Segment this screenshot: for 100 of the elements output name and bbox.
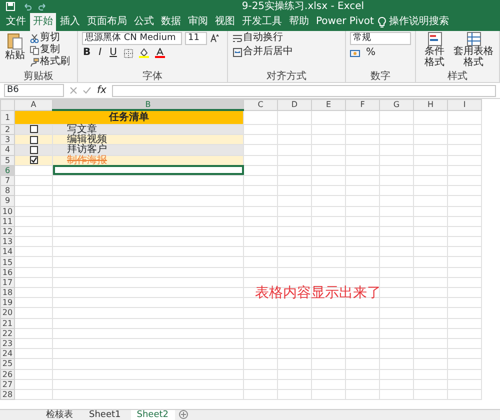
redo-icon[interactable]	[38, 2, 47, 11]
wrap-text-button[interactable]: 自动换行	[232, 32, 341, 44]
row-header[interactable]: 19	[0, 298, 14, 308]
column-header[interactable]: E	[312, 100, 346, 110]
ribbon-tab[interactable]: 审阅	[185, 13, 211, 31]
ribbon-tab[interactable]: Power Pivot	[313, 13, 377, 31]
paste-button[interactable]: 粘贴	[4, 50, 26, 62]
row-header[interactable]: 28	[0, 389, 14, 400]
conditional-format-icon[interactable]	[428, 32, 442, 46]
column-header[interactable]: B	[52, 100, 244, 110]
sheet-tab[interactable]: 检核表	[40, 410, 79, 420]
table-format-button[interactable]: 套用表格格式	[452, 46, 495, 68]
add-sheet-icon[interactable]	[178, 410, 188, 419]
lightbulb-icon	[378, 16, 386, 28]
row-header[interactable]: 27	[0, 379, 14, 390]
save-icon[interactable]	[6, 2, 15, 11]
row-header[interactable]: 10	[0, 206, 14, 216]
row-header[interactable]: 15	[0, 256, 14, 268]
conditional-format-button[interactable]: 条件格式	[420, 46, 450, 68]
format-painter-button[interactable]: 格式刷	[29, 56, 71, 68]
annotation-text: 表格内容显示出来了	[255, 284, 381, 303]
row-header[interactable]: 2	[0, 124, 14, 135]
group-label: 对齐方式	[266, 71, 308, 82]
grow-font-icon[interactable]	[210, 34, 219, 43]
row-header[interactable]: 16	[0, 267, 14, 278]
fill-color-icon[interactable]	[138, 48, 149, 58]
row-header[interactable]: 21	[0, 318, 14, 328]
name-box[interactable]: B6	[4, 84, 64, 97]
currency-icon[interactable]	[350, 48, 360, 58]
sheet-tab[interactable]: Sheet1	[83, 410, 127, 420]
row-header[interactable]: 20	[0, 308, 14, 318]
ribbon-tab[interactable]: 帮助	[286, 13, 312, 31]
row-header[interactable]: 3	[0, 134, 14, 145]
ribbon-tab[interactable]: 页面布局	[84, 13, 130, 31]
column-header[interactable]: F	[346, 100, 380, 110]
number-format-field[interactable]: 常规	[350, 32, 411, 45]
row-header[interactable]: 23	[0, 338, 14, 349]
table-format-icon[interactable]	[466, 32, 481, 46]
column-header[interactable]: I	[448, 100, 482, 110]
check-icon[interactable]	[83, 87, 91, 94]
ribbon-tab[interactable]: 文件	[3, 13, 29, 31]
task-text: 制作海报	[67, 154, 107, 166]
column-header[interactable]: A	[14, 100, 52, 110]
row-header[interactable]: 25	[0, 358, 14, 369]
ribbon-tab[interactable]: 开始	[30, 13, 56, 31]
checkbox[interactable]	[30, 125, 38, 134]
formula-input[interactable]	[112, 84, 496, 96]
check-mark-icon	[31, 157, 37, 164]
row-header[interactable]: 26	[0, 369, 14, 380]
column-header[interactable]: G	[380, 100, 414, 110]
row-header[interactable]: 18	[0, 288, 14, 298]
sheet-tab[interactable]: Sheet2	[130, 410, 174, 420]
bold-button[interactable]: B	[82, 47, 92, 59]
group-label: 数字	[370, 71, 392, 82]
row-header[interactable]: 14	[0, 246, 14, 257]
undo-icon[interactable]	[23, 2, 32, 11]
row-header[interactable]: 5	[0, 155, 14, 166]
row-header[interactable]: 7	[0, 175, 14, 186]
cut-button[interactable]: 剪切	[29, 32, 71, 44]
group-label: 样式	[446, 71, 468, 82]
merge-center-button[interactable]: 合并后居中	[232, 46, 341, 58]
task-text: 拜访客户	[67, 144, 107, 156]
font-name-field[interactable]: 思源黑体 CN Medium	[82, 32, 182, 45]
borders-icon[interactable]	[124, 48, 133, 58]
row-header[interactable]: 9	[0, 196, 14, 206]
font-size-field[interactable]: 11	[185, 32, 207, 45]
tell-me-search[interactable]: 操作说明搜索	[388, 15, 449, 29]
selected-cell[interactable]	[52, 165, 244, 176]
checkbox[interactable]	[30, 146, 38, 154]
row-header[interactable]: 24	[0, 348, 14, 359]
row-header[interactable]: 6	[0, 165, 14, 176]
row-header[interactable]: 4	[0, 144, 14, 156]
copy-button[interactable]: 复制	[29, 44, 71, 56]
row-header[interactable]: 17	[0, 277, 14, 288]
font-color-icon[interactable]	[154, 48, 165, 58]
row-header[interactable]: 13	[0, 236, 14, 247]
group-label: 字体	[142, 71, 164, 82]
column-header[interactable]: H	[414, 100, 448, 110]
row-header[interactable]: 22	[0, 328, 14, 338]
column-header[interactable]: D	[278, 100, 312, 110]
column-header[interactable]: C	[244, 100, 278, 110]
clipboard-icon[interactable]	[7, 32, 23, 50]
copy-icon	[30, 46, 39, 54]
row-header[interactable]: 11	[0, 216, 14, 226]
group-label: 剪贴板	[22, 71, 54, 82]
row-header[interactable]: 1	[0, 110, 14, 124]
ribbon-tab[interactable]: 数据	[158, 13, 184, 31]
checkbox[interactable]	[30, 136, 38, 144]
ribbon-tab[interactable]: 公式	[131, 13, 157, 31]
ribbon-tab[interactable]: 视图	[212, 13, 238, 31]
underline-button[interactable]: U	[108, 47, 118, 59]
row-header[interactable]: 12	[0, 226, 14, 237]
percent-button[interactable]: %	[365, 47, 377, 59]
function-button[interactable]: fx	[97, 84, 106, 96]
wrap-text-icon	[233, 34, 242, 42]
paintbrush-icon	[30, 58, 39, 66]
row-header[interactable]: 8	[0, 186, 14, 196]
ribbon-tab[interactable]: 开发工具	[239, 13, 285, 31]
ribbon-tab[interactable]: 插入	[57, 13, 83, 31]
italic-button[interactable]: I	[98, 47, 103, 59]
